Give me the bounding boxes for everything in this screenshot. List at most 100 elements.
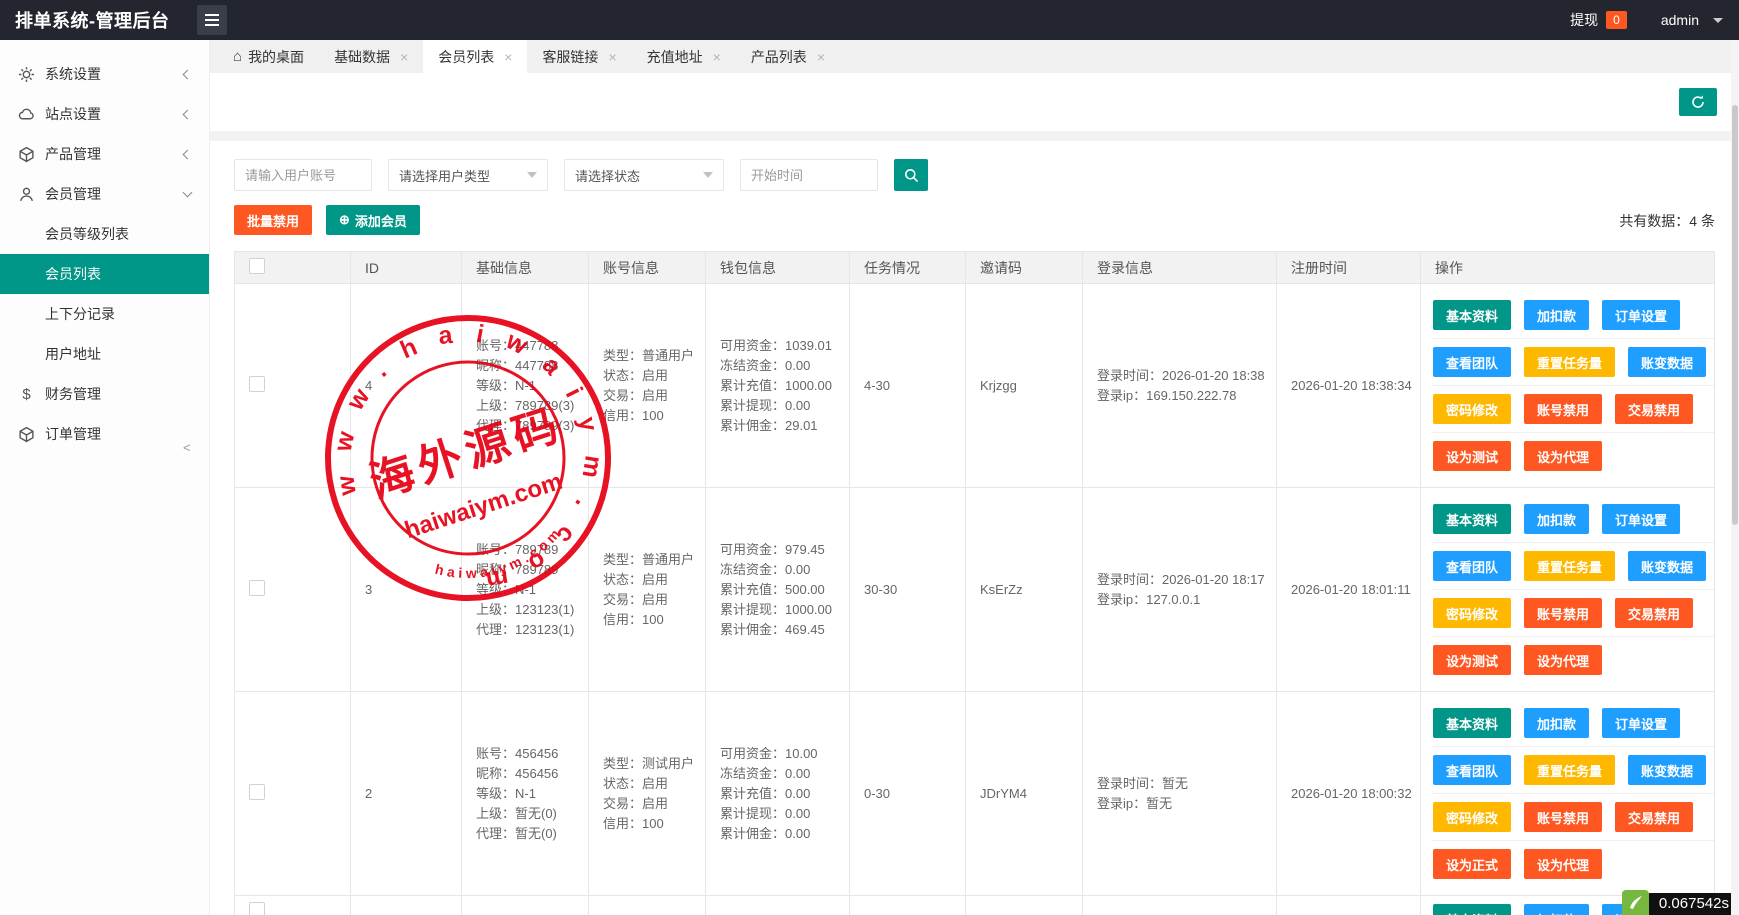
search-icon xyxy=(904,168,919,183)
sidebar-sub-label: 会员等级列表 xyxy=(45,224,129,244)
sidebar-item-order-management[interactable]: 订单管理 xyxy=(0,414,209,454)
close-icon[interactable]: × xyxy=(504,49,512,65)
header-actions: 操作 xyxy=(1421,252,1715,284)
select-all-header xyxy=(235,252,351,284)
scrollbar-track[interactable] xyxy=(1731,40,1739,915)
action-button[interactable]: 设为代理 xyxy=(1524,441,1602,471)
sidebar-item-label: 系统设置 xyxy=(45,64,101,84)
scrollbar-thumb[interactable] xyxy=(1732,105,1738,525)
start-time-input[interactable] xyxy=(740,159,878,191)
action-button[interactable]: 基本资料 xyxy=(1433,708,1511,738)
search-button[interactable] xyxy=(894,159,928,191)
action-button[interactable]: 账号禁用 xyxy=(1524,598,1602,628)
close-icon[interactable]: × xyxy=(817,49,825,65)
sidebar-item-member-level-list[interactable]: 会员等级列表 xyxy=(0,214,209,254)
row-account-info: 类型：普通用户 状态：启用 交易：启用 信用：100 xyxy=(589,488,706,692)
tab-member-list[interactable]: 会员列表 × xyxy=(423,40,527,73)
username[interactable]: admin xyxy=(1661,12,1699,28)
withdraw-count-badge[interactable]: 0 xyxy=(1606,11,1627,29)
base-level: 等级：N-1 xyxy=(476,784,588,804)
action-button[interactable]: 设为代理 xyxy=(1524,849,1602,879)
action-button[interactable]: 设为正式 xyxy=(1433,849,1511,879)
close-icon[interactable]: × xyxy=(400,49,408,65)
batch-disable-button[interactable]: 批量禁用 xyxy=(234,205,312,235)
action-button[interactable]: 密码修改 xyxy=(1433,598,1511,628)
close-icon[interactable]: × xyxy=(713,49,721,65)
action-button[interactable]: 订单设置 xyxy=(1602,708,1680,738)
withdraw-label[interactable]: 提现 xyxy=(1570,10,1598,30)
tab-product-list[interactable]: 产品列表 × xyxy=(736,40,840,73)
row-checkbox[interactable] xyxy=(249,784,265,800)
action-button[interactable]: 账号禁用 xyxy=(1524,802,1602,832)
select-all-checkbox[interactable] xyxy=(249,258,265,274)
row-invite-code: KsErZz xyxy=(966,488,1083,692)
sidebar-collapse-handle[interactable]: < xyxy=(183,440,191,455)
wallet-total-recharge: 累计充值：500.00 xyxy=(720,580,849,600)
action-button[interactable]: 交易禁用 xyxy=(1615,802,1693,832)
row-checkbox[interactable] xyxy=(249,376,265,392)
cube-icon xyxy=(18,426,35,443)
action-button[interactable]: 加扣款 xyxy=(1524,300,1589,330)
sidebar-item-system-settings[interactable]: 系统设置 xyxy=(0,54,209,94)
status-select[interactable]: 请选择状态 xyxy=(564,159,724,191)
refresh-button[interactable] xyxy=(1679,88,1717,116)
tab-label: 客服链接 xyxy=(542,47,598,67)
action-button[interactable]: 订单设置 xyxy=(1602,504,1680,534)
action-button[interactable]: 重置任务量 xyxy=(1524,755,1615,785)
action-button[interactable]: 订单设置 xyxy=(1602,300,1680,330)
action-button[interactable]: 加扣款 xyxy=(1524,504,1589,534)
user-dropdown-caret-icon[interactable] xyxy=(1713,18,1723,23)
row-checkbox[interactable] xyxy=(249,902,265,915)
sidebar-item-member-management[interactable]: 会员管理 xyxy=(0,174,209,214)
action-button[interactable]: 重置任务量 xyxy=(1524,347,1615,377)
action-button[interactable]: 账变数据 xyxy=(1628,755,1706,785)
chevron-left-icon xyxy=(183,149,193,159)
action-button[interactable]: 账号禁用 xyxy=(1524,394,1602,424)
user-type-select[interactable]: 请选择用户类型 xyxy=(388,159,548,191)
action-button[interactable]: 密码修改 xyxy=(1433,802,1511,832)
account-search-input[interactable] xyxy=(234,159,372,191)
tab-recharge-address[interactable]: 充值地址 × xyxy=(632,40,736,73)
action-button[interactable]: 基本资料 xyxy=(1433,300,1511,330)
action-button[interactable]: 加扣款 xyxy=(1524,904,1589,915)
add-member-button[interactable]: ⊕ 添加会员 xyxy=(326,205,420,235)
trace-toggle-icon[interactable] xyxy=(1622,890,1649,915)
wallet-frozen: 冻结资金：0.00 xyxy=(720,764,849,784)
login-time: 登录时间：2026-01-20 18:38 xyxy=(1097,366,1276,386)
action-button[interactable]: 设为测试 xyxy=(1433,645,1511,675)
table-row: 2 账号：456456 昵称：456456 等级：N-1 上级：暂无(0) 代理… xyxy=(235,692,1715,896)
sidebar-item-score-records[interactable]: 上下分记录 xyxy=(0,294,209,334)
row-checkbox[interactable] xyxy=(249,580,265,596)
action-button[interactable]: 交易禁用 xyxy=(1615,598,1693,628)
row-invite-code xyxy=(966,896,1083,915)
sidebar-item-finance-management[interactable]: $ 财务管理 xyxy=(0,374,209,414)
tab-my-desktop[interactable]: ⌂ 我的桌面 xyxy=(218,40,319,73)
account-type: 类型：普通用户 xyxy=(603,550,705,570)
tab-service-link[interactable]: 客服链接 × xyxy=(527,40,631,73)
sidebar-item-member-list[interactable]: 会员列表 xyxy=(0,254,209,294)
chevron-down-icon xyxy=(527,172,537,178)
action-button[interactable]: 设为测试 xyxy=(1433,441,1511,471)
action-button[interactable]: 账变数据 xyxy=(1628,347,1706,377)
account-trade: 交易：启用 xyxy=(603,794,705,814)
action-button[interactable]: 查看团队 xyxy=(1433,755,1511,785)
action-button[interactable]: 加扣款 xyxy=(1524,708,1589,738)
sidebar-item-site-settings[interactable]: 站点设置 xyxy=(0,94,209,134)
hamburger-menu-icon[interactable] xyxy=(197,5,227,35)
action-button[interactable]: 基本资料 xyxy=(1433,504,1511,534)
refresh-toolbar xyxy=(210,73,1739,131)
action-button[interactable]: 基本资料 xyxy=(1433,904,1511,915)
sidebar-item-user-address[interactable]: 用户地址 xyxy=(0,334,209,374)
action-button[interactable]: 密码修改 xyxy=(1433,394,1511,424)
action-button[interactable]: 设为代理 xyxy=(1524,645,1602,675)
base-superior: 上级：789789(3) xyxy=(476,396,588,416)
action-button[interactable]: 重置任务量 xyxy=(1524,551,1615,581)
action-button[interactable]: 查看团队 xyxy=(1433,551,1511,581)
action-button[interactable]: 交易禁用 xyxy=(1615,394,1693,424)
tab-basic-data[interactable]: 基础数据 × xyxy=(319,40,423,73)
sidebar-item-product-management[interactable]: 产品管理 xyxy=(0,134,209,174)
action-button[interactable]: 查看团队 xyxy=(1433,347,1511,377)
close-icon[interactable]: × xyxy=(608,49,616,65)
action-button[interactable]: 账变数据 xyxy=(1628,551,1706,581)
sidebar-item-label: 订单管理 xyxy=(45,424,101,444)
